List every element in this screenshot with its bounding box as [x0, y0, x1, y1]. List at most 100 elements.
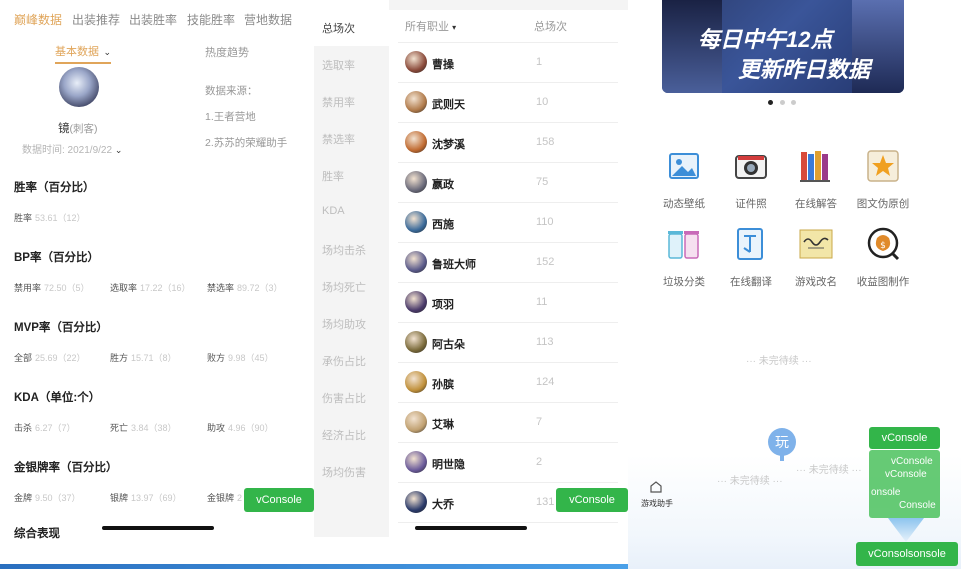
- sidebar-item-pick-rate[interactable]: 选取率: [322, 57, 355, 73]
- sidebar-item-damage-taken[interactable]: 承伤占比: [322, 353, 366, 369]
- tool-online-answer[interactable]: 在线解答: [781, 148, 847, 214]
- hero-avatar: [405, 211, 427, 233]
- ghost-label: vConsole: [885, 469, 927, 480]
- hero-avatar: [405, 451, 427, 473]
- stat-value: 25.69（22）: [35, 353, 86, 363]
- tool-income-chart[interactable]: $ 收益图制作: [848, 226, 914, 292]
- sidebar-item-ban-rate[interactable]: 禁用率: [322, 94, 355, 110]
- stat-value: 9.50（37）: [35, 493, 81, 503]
- stat-value: 6.27（7）: [35, 423, 76, 433]
- data-date-selector[interactable]: 数据时间: 2021/9/22 ⌄: [22, 141, 122, 156]
- tab-peak-data[interactable]: 巅峰数据: [14, 11, 62, 28]
- stat-label: 选取率: [110, 283, 138, 293]
- hero-avatar: [405, 371, 427, 393]
- hero-row[interactable]: 曹操 1: [398, 43, 618, 83]
- role-filter[interactable]: 所有职业 ▾: [405, 18, 456, 34]
- stat-mvp-all: 全部 25.69（22）: [14, 351, 86, 364]
- carousel-dot-active[interactable]: [768, 100, 773, 105]
- hero-name: 大乔: [432, 499, 454, 511]
- hero-avatar: [405, 291, 427, 313]
- tool-online-translate[interactable]: 在线翻译: [716, 226, 782, 292]
- mvp-title: MVP率（百分比）: [14, 322, 108, 334]
- tools-panel: 每日中午12点 更新昨日数据 动态壁纸 证件照 在线解答 图文伪原创 垃圾分类 …: [628, 0, 961, 569]
- banner-line-1: 每日中午12点: [698, 27, 833, 52]
- hero-name-text: 镜: [58, 123, 70, 135]
- hero-row[interactable]: 嬴政 75: [398, 163, 618, 203]
- hero-role: (刺客): [69, 123, 98, 135]
- tab-skill-winrate[interactable]: 技能胜率: [187, 11, 235, 28]
- overall-title: 综合表现: [14, 528, 60, 540]
- hero-row[interactable]: 鲁班大师 152: [398, 243, 618, 283]
- tool-label: 垃圾分类: [663, 276, 705, 288]
- hero-row[interactable]: 西施 110: [398, 203, 618, 243]
- hero-row[interactable]: 沈梦溪 158: [398, 123, 618, 163]
- hero-name: 沈梦溪: [432, 139, 465, 151]
- chevron-down-icon: ⌄: [103, 47, 111, 57]
- stat-label: 禁用率: [14, 283, 42, 293]
- metric-sidebar: 总场次 选取率 禁用率 禁选率 胜率 KDA 场均击杀 场均死亡 场均助攻 承伤…: [314, 0, 389, 537]
- hero-avatar: [405, 491, 427, 513]
- subtab-basic-data[interactable]: 基本数据 ⌄: [55, 42, 111, 64]
- carousel-dot[interactable]: [791, 100, 796, 105]
- vconsole-button[interactable]: vConsole: [244, 488, 314, 512]
- sidebar-item-winrate[interactable]: 胜率: [322, 168, 344, 184]
- hero-name: 孙膑: [432, 379, 454, 391]
- subtab-basic-label: 基本数据: [55, 46, 99, 58]
- hero-row[interactable]: 明世隐 2: [398, 443, 618, 483]
- stat-value: 9.98（45）: [228, 353, 274, 363]
- vconsole-button[interactable]: vConsole: [556, 488, 628, 512]
- sidebar-item-avg-damage[interactable]: 场均伤害: [322, 464, 366, 480]
- sidebar-item-economy-share[interactable]: 经济占比: [322, 427, 366, 443]
- sidebar-item-kda[interactable]: KDA: [322, 205, 345, 217]
- subtab-trend[interactable]: 热度趋势: [205, 44, 249, 60]
- money-bag-icon: $: [867, 227, 900, 261]
- stat-value: 15.71（8）: [131, 353, 177, 363]
- chevron-down-icon: ⌄: [114, 145, 123, 155]
- carousel-dot[interactable]: [780, 100, 785, 105]
- vconsole-ghost-stack: vConsole vConsole onsole Console: [869, 450, 940, 518]
- tool-label: 在线翻译: [730, 276, 772, 288]
- tool-label: 动态壁纸: [663, 198, 705, 210]
- tab-camp-data[interactable]: 营地数据: [244, 11, 292, 28]
- sidebar-item-banpick-rate[interactable]: 禁选率: [322, 131, 355, 147]
- sidebar-item-avg-deaths[interactable]: 场均死亡: [322, 279, 366, 295]
- sidebar-item-damage-share[interactable]: 伤害占比: [322, 390, 366, 406]
- star-icon: [867, 150, 899, 182]
- tool-label: 游戏改名: [795, 276, 837, 288]
- hero-name: 阿古朵: [432, 339, 465, 351]
- nav-label: 游戏助手: [641, 499, 673, 508]
- hero-row[interactable]: 项羽 11: [398, 283, 618, 323]
- stat-silver: 银牌 13.97（69）: [110, 491, 182, 504]
- tool-id-photo[interactable]: 证件照: [716, 148, 782, 214]
- pending-text: ··· 未完待续 ···: [746, 356, 812, 367]
- tab-build-winrate[interactable]: 出装胜率: [129, 11, 177, 28]
- hero-total-games: 113: [536, 336, 554, 348]
- hero-name: 武则天: [432, 99, 465, 111]
- pending-text: ··· 未完待续 ···: [796, 465, 862, 476]
- tool-trash-sort[interactable]: 垃圾分类: [649, 226, 715, 292]
- hero-row[interactable]: 孙膑 124: [398, 363, 618, 403]
- sidebar-item-avg-assists[interactable]: 场均助攻: [322, 316, 366, 332]
- stat-label: 击杀: [14, 423, 33, 433]
- promo-banner[interactable]: 每日中午12点 更新昨日数据: [662, 0, 904, 93]
- play-bubble[interactable]: 玩: [768, 428, 796, 456]
- vconsole-button[interactable]: vConsole: [869, 427, 940, 449]
- tool-live-wallpaper[interactable]: 动态壁纸: [649, 148, 715, 214]
- stat-banpick-rate: 禁选率 89.72（3）: [207, 281, 283, 294]
- hero-total-games: 131: [536, 496, 555, 508]
- hero-row[interactable]: 武则天 10: [398, 83, 618, 123]
- stat-pick-rate: 选取率 17.22（16）: [110, 281, 191, 294]
- stat-label: 金牌: [14, 493, 33, 503]
- tool-text-rewrite[interactable]: 图文伪原创: [848, 148, 914, 214]
- sidebar-item-avg-kills[interactable]: 场均击杀: [322, 242, 366, 258]
- tab-build-recommend[interactable]: 出装推荐: [72, 11, 120, 28]
- tool-game-rename[interactable]: 游戏改名: [781, 226, 847, 292]
- vconsole-button-bottom[interactable]: vConsolsonsole: [856, 542, 958, 566]
- stat-gold-silver: 金银牌 2: [207, 491, 242, 504]
- hero-detail-panel: 巅峰数据 出装推荐 出装胜率 技能胜率 营地数据 基本数据 ⌄ 热度趋势 镜(刺…: [0, 0, 314, 569]
- stat-label: 助攻: [207, 423, 226, 433]
- hero-row[interactable]: 艾琳 7: [398, 403, 618, 443]
- hero-avatar: [59, 67, 99, 107]
- hero-row[interactable]: 阿古朵 113: [398, 323, 618, 363]
- sidebar-item-total-games[interactable]: 总场次: [322, 20, 355, 36]
